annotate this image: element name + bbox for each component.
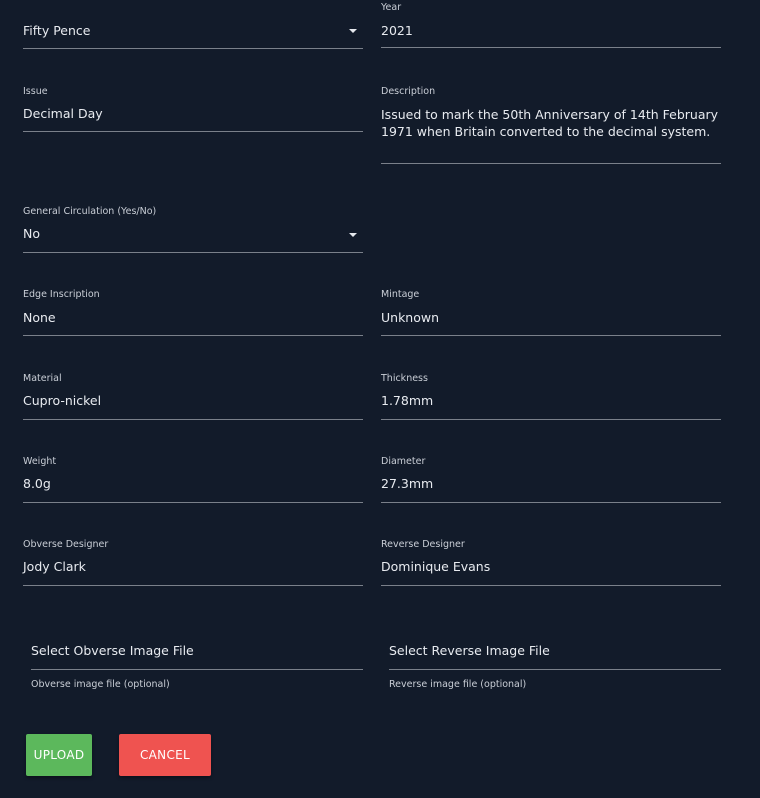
- obverse-designer-label: Obverse Designer: [23, 539, 109, 550]
- thickness-value: 1.78mm: [381, 393, 434, 408]
- edge-inscription-field[interactable]: Edge Inscription None: [23, 287, 363, 337]
- description-field[interactable]: Description Issued to mark the 50th Anni…: [381, 84, 721, 166]
- caret-down-icon: [349, 29, 357, 33]
- issue-field[interactable]: Issue Decimal Day: [23, 84, 363, 134]
- denomination-underline: [23, 48, 363, 49]
- obverse-file-placeholder: Select Obverse Image File: [31, 643, 194, 658]
- reverse-file-input[interactable]: Select Reverse Image File Reverse image …: [389, 640, 721, 696]
- edge-inscription-value: None: [23, 310, 56, 325]
- thickness-label: Thickness: [381, 373, 428, 384]
- year-field[interactable]: Year 2021: [381, 0, 721, 49]
- year-underline: [381, 47, 721, 48]
- description-value: Issued to mark the 50th Anniversary of 1…: [381, 107, 719, 139]
- diameter-field[interactable]: Diameter 27.3mm: [381, 454, 721, 504]
- material-value: Cupro-nickel: [23, 393, 102, 408]
- material-underline: [23, 419, 363, 420]
- reverse-designer-underline: [381, 585, 721, 586]
- mintage-field[interactable]: Mintage Unknown: [381, 287, 721, 337]
- obverse-file-input[interactable]: Select Obverse Image File Obverse image …: [31, 640, 363, 696]
- diameter-value: 27.3mm: [381, 476, 434, 491]
- denomination-value: Fifty Pence: [23, 23, 91, 38]
- obverse-file-hint: Obverse image file (optional): [31, 679, 170, 690]
- general-circulation-underline: [23, 252, 363, 253]
- issue-value: Decimal Day: [23, 106, 103, 121]
- diameter-underline: [381, 502, 721, 503]
- year-label: Year: [381, 2, 402, 13]
- obverse-designer-field[interactable]: Obverse Designer Jody Clark: [23, 537, 363, 587]
- caret-down-icon: [349, 233, 357, 237]
- reverse-designer-label: Reverse Designer: [381, 539, 465, 550]
- edge-inscription-underline: [23, 335, 363, 336]
- weight-underline: [23, 502, 363, 503]
- reverse-file-hint: Reverse image file (optional): [389, 679, 527, 690]
- diameter-label: Diameter: [381, 456, 426, 467]
- weight-field[interactable]: Weight 8.0g: [23, 454, 363, 504]
- cancel-button[interactable]: CANCEL: [119, 734, 211, 776]
- material-label: Material: [23, 373, 62, 384]
- thickness-field[interactable]: Thickness 1.78mm: [381, 371, 721, 421]
- denomination-select[interactable]: Fifty Pence: [23, 0, 363, 49]
- general-circulation-label: General Circulation (Yes/No): [23, 206, 157, 217]
- general-circulation-select[interactable]: General Circulation (Yes/No) No: [23, 204, 363, 254]
- issue-underline: [23, 131, 363, 132]
- reverse-file-placeholder: Select Reverse Image File: [389, 643, 550, 658]
- mintage-underline: [381, 335, 721, 336]
- issue-label: Issue: [23, 86, 48, 97]
- mintage-label: Mintage: [381, 289, 420, 300]
- reverse-file-underline: [389, 669, 721, 670]
- reverse-designer-field[interactable]: Reverse Designer Dominique Evans: [381, 537, 721, 587]
- weight-label: Weight: [23, 456, 57, 467]
- description-label: Description: [381, 86, 436, 97]
- mintage-value: Unknown: [381, 310, 440, 325]
- obverse-file-underline: [31, 669, 363, 670]
- material-field[interactable]: Material Cupro-nickel: [23, 371, 363, 421]
- reverse-designer-value: Dominique Evans: [381, 559, 491, 574]
- general-circulation-value: No: [23, 226, 40, 241]
- thickness-underline: [381, 419, 721, 420]
- edge-inscription-label: Edge Inscription: [23, 289, 100, 300]
- description-underline: [381, 163, 721, 164]
- obverse-designer-value: Jody Clark: [23, 559, 86, 574]
- upload-button[interactable]: UPLOAD: [26, 734, 92, 776]
- obverse-designer-underline: [23, 585, 363, 586]
- weight-value: 8.0g: [23, 476, 51, 491]
- year-value: 2021: [381, 23, 413, 38]
